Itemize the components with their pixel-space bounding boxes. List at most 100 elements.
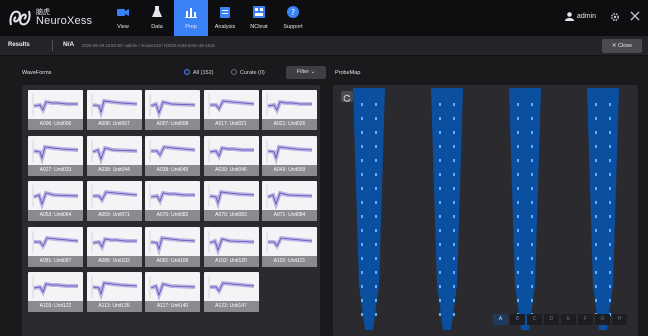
probe-site[interactable] (595, 243, 597, 246)
shank-label-f[interactable]: F (578, 314, 593, 325)
waveform-card[interactable]: A070: Unit083 (203, 181, 259, 221)
shank-label-g[interactable]: G (595, 314, 610, 325)
probe-site[interactable] (439, 257, 441, 260)
nav-prep[interactable]: Prep (174, 0, 208, 36)
shank-label-b[interactable]: B (510, 314, 525, 325)
probe-site[interactable] (361, 271, 363, 274)
probe-site[interactable] (517, 159, 519, 162)
nav-ncbrat[interactable]: NCbrat (242, 0, 276, 36)
filter-button[interactable]: Filter ⌄ (286, 66, 326, 79)
probe-site[interactable] (361, 131, 363, 134)
waveform-card[interactable]: A049: Unit059 (262, 135, 317, 176)
probe-site[interactable] (439, 201, 441, 204)
close-app-icon[interactable] (630, 11, 640, 21)
probe-site[interactable] (531, 201, 533, 204)
probe-site[interactable] (595, 131, 597, 134)
waveform-card[interactable]: A021: Unit026 (262, 90, 317, 130)
probe-site[interactable] (361, 243, 363, 246)
probe-site[interactable] (609, 173, 611, 176)
probe-site[interactable] (531, 257, 533, 260)
probe-site[interactable] (453, 117, 455, 120)
probe-site[interactable] (375, 187, 377, 190)
probe-site[interactable] (375, 145, 377, 148)
shank-label-e[interactable]: E (561, 314, 576, 325)
probe-site[interactable] (609, 243, 611, 246)
probe-site[interactable] (595, 271, 597, 274)
probe-site[interactable] (453, 229, 455, 232)
nav-data[interactable]: Data (140, 0, 174, 36)
probe-site[interactable] (517, 173, 519, 176)
probe-shank[interactable] (509, 88, 541, 330)
probe-site[interactable] (531, 215, 533, 218)
probe-site[interactable] (361, 187, 363, 190)
waveform-card[interactable]: A070: Unit082 (145, 181, 200, 221)
gear-icon[interactable] (610, 12, 620, 22)
probe-site[interactable] (609, 103, 611, 106)
probe-site[interactable] (375, 131, 377, 134)
waveform-card[interactable]: A117: Unit140 (145, 272, 200, 312)
probe-site[interactable] (609, 299, 611, 302)
probe-site[interactable] (361, 117, 363, 120)
probe-site[interactable] (517, 201, 519, 204)
probe-site[interactable] (517, 215, 519, 218)
probe-site[interactable] (517, 271, 519, 274)
probe-site[interactable] (439, 159, 441, 162)
probe-site[interactable] (453, 187, 455, 190)
probe-site[interactable] (609, 117, 611, 120)
probe-site[interactable] (453, 159, 455, 162)
probe-site[interactable] (375, 159, 377, 162)
probe-site[interactable] (439, 117, 441, 120)
probe-site[interactable] (609, 229, 611, 232)
probe-site[interactable] (609, 145, 611, 148)
waveform-card[interactable]: A038: Unit045 (145, 135, 200, 176)
probe-site[interactable] (531, 103, 533, 106)
shank-label-d[interactable]: D (544, 314, 559, 325)
probe-site[interactable] (453, 243, 455, 246)
probe-site[interactable] (375, 271, 377, 274)
probe-site[interactable] (595, 117, 597, 120)
waveform-card[interactable]: A006: Unit007 (86, 90, 142, 130)
nav-support[interactable]: ? Support (276, 0, 310, 36)
probe-site[interactable] (439, 131, 441, 134)
probe-site[interactable] (439, 229, 441, 232)
probe-site[interactable] (517, 131, 519, 134)
probe-site[interactable] (453, 313, 455, 316)
probe-site[interactable] (531, 271, 533, 274)
probe-site[interactable] (595, 103, 597, 106)
probe-shank[interactable] (587, 88, 619, 330)
probe-site[interactable] (531, 173, 533, 176)
probe-site[interactable] (531, 299, 533, 302)
probe-site[interactable] (375, 173, 377, 176)
probe-site[interactable] (361, 201, 363, 204)
probe-site[interactable] (517, 229, 519, 232)
probe-site[interactable] (375, 103, 377, 106)
probe-site[interactable] (439, 313, 441, 316)
waveform-card[interactable]: A027: Unit033 (28, 135, 83, 176)
probe-site[interactable] (375, 243, 377, 246)
probe-site[interactable] (595, 201, 597, 204)
probe-site[interactable] (609, 215, 611, 218)
probe-site[interactable] (531, 285, 533, 288)
probe-site[interactable] (453, 131, 455, 134)
probe-site[interactable] (531, 159, 533, 162)
probe-site[interactable] (453, 271, 455, 274)
probe-map-canvas[interactable] (333, 85, 638, 336)
probe-site[interactable] (531, 187, 533, 190)
waveform-card[interactable]: A102: Unit120 (203, 226, 259, 267)
probe-site[interactable] (453, 145, 455, 148)
waveform-card[interactable]: A059: Unit071 (86, 181, 142, 221)
probe-site[interactable] (595, 187, 597, 190)
probe-site[interactable] (453, 257, 455, 260)
probe-shank[interactable] (353, 88, 385, 330)
probe-site[interactable] (517, 187, 519, 190)
probe-site[interactable] (439, 145, 441, 148)
radio-all[interactable]: All (152) (184, 69, 213, 76)
probe-site[interactable] (375, 299, 377, 302)
probe-site[interactable] (453, 201, 455, 204)
probe-site[interactable] (439, 215, 441, 218)
probe-site[interactable] (439, 103, 441, 106)
probe-site[interactable] (361, 229, 363, 232)
probe-site[interactable] (361, 285, 363, 288)
probe-site[interactable] (595, 215, 597, 218)
probe-site[interactable] (439, 285, 441, 288)
